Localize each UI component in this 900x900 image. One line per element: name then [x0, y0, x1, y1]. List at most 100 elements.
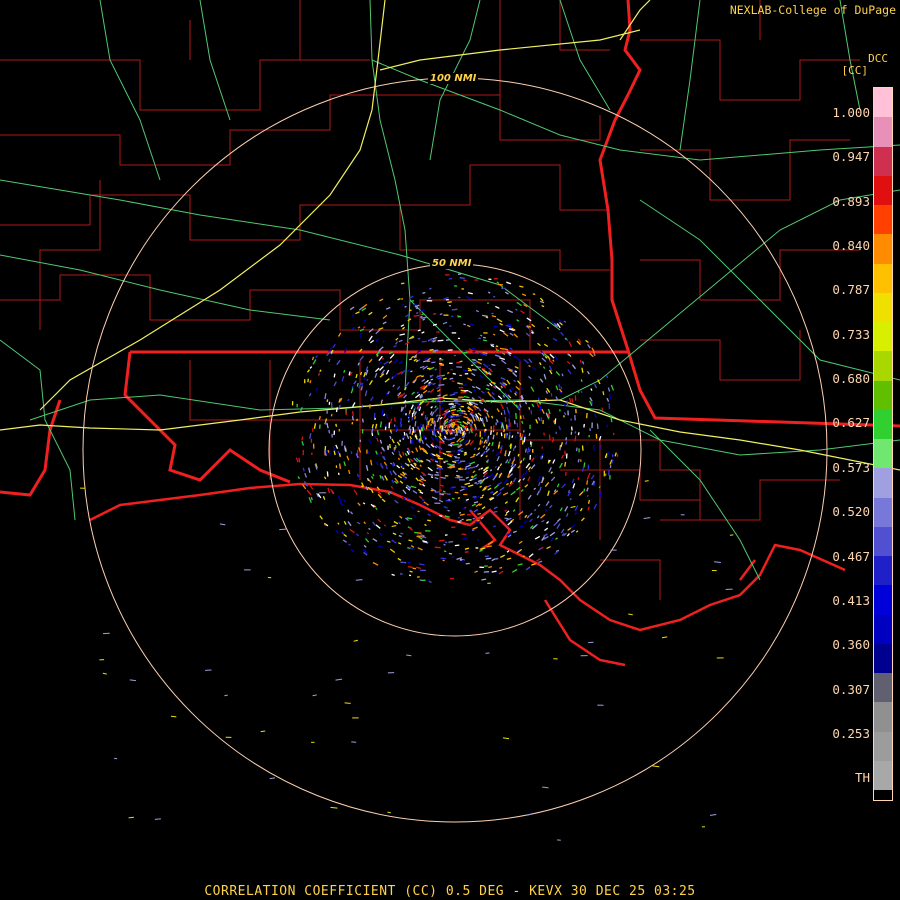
radar-return: [470, 423, 473, 429]
color-scale-tick-label: 0.520: [832, 504, 870, 520]
color-scale-segment: [874, 88, 892, 118]
radar-return: [415, 311, 419, 315]
radar-return: [327, 449, 330, 453]
radar-return: [260, 730, 266, 733]
radar-return: [366, 378, 369, 382]
radar-return: [565, 441, 568, 445]
radar-return: [310, 496, 313, 501]
radar-return: [452, 432, 456, 435]
radar-return: [407, 566, 413, 568]
color-scale-tick-label: TH: [854, 770, 870, 786]
radar-return: [457, 497, 461, 500]
radar-return: [442, 377, 447, 380]
color-scale-segment: [874, 439, 892, 469]
radar-return: [376, 461, 379, 466]
radar-return: [449, 377, 454, 380]
radar-return: [408, 574, 412, 577]
radar-return: [473, 389, 477, 392]
color-scale-tick-label: 0.947: [832, 149, 870, 165]
radar-return: [333, 373, 336, 378]
radar-return: [451, 555, 455, 559]
color-scale-segment: [874, 673, 892, 703]
radar-return: [438, 539, 445, 542]
radar-return: [451, 308, 458, 311]
radar-return: [528, 406, 531, 410]
radar-return: [377, 452, 380, 456]
radar-return: [465, 562, 470, 565]
color-scale-tick-label: 0.573: [832, 459, 870, 475]
radar-return: [170, 715, 177, 718]
radar-return: [477, 538, 480, 541]
radar-return: [474, 423, 477, 427]
color-scale-tick-label: 0.360: [832, 637, 870, 653]
radar-return: [343, 369, 346, 373]
radar-return: [459, 360, 463, 363]
radar-return: [497, 283, 503, 286]
color-scale-segment: [874, 146, 892, 176]
radar-return: [610, 416, 613, 423]
radar-return: [474, 482, 477, 484]
radar-return: [499, 566, 503, 569]
radar-return: [431, 361, 436, 364]
radar-return: [463, 426, 466, 430]
radar-return: [328, 429, 331, 434]
radar-return: [523, 436, 526, 443]
radar-return: [481, 437, 484, 440]
radar-return: [583, 488, 586, 492]
radar-return: [604, 455, 607, 459]
color-scale-segment: [874, 117, 892, 147]
radar-return: [466, 428, 469, 431]
radar-return: [443, 550, 447, 553]
radar-return: [470, 475, 474, 478]
color-scale-segment: [874, 702, 892, 732]
radar-return: [402, 451, 405, 456]
range-ring-label-100: 100 NMI: [428, 73, 479, 84]
radar-return: [508, 413, 511, 418]
radar-return: [478, 480, 482, 483]
radar-return: [439, 313, 443, 316]
radar-return: [522, 415, 525, 420]
radar-return: [442, 559, 445, 562]
radar-return: [428, 296, 432, 300]
radar-return: [608, 393, 612, 400]
radar-return: [581, 445, 584, 451]
radar-return: [399, 421, 402, 427]
radar-return: [514, 435, 517, 440]
radar-return: [484, 555, 489, 558]
radar-return: [508, 418, 511, 423]
radar-return: [577, 458, 580, 463]
radar-return: [561, 373, 564, 377]
radar-return: [513, 400, 516, 404]
radar-return: [485, 373, 488, 376]
radar-return: [580, 379, 583, 382]
radar-return: [451, 380, 455, 383]
radar-return: [454, 443, 459, 446]
radar-return: [492, 434, 495, 440]
radar-return: [398, 450, 401, 455]
radar-return: [546, 326, 550, 329]
radar-return: [479, 485, 482, 488]
radar-return: [413, 314, 420, 317]
radar-return: [451, 497, 455, 500]
radar-return: [504, 348, 509, 351]
radar-return: [481, 578, 487, 581]
radar-return: [400, 282, 405, 285]
radar-return: [450, 441, 455, 444]
color-scale-segment: [874, 234, 892, 264]
radar-return: [456, 361, 461, 364]
radar-return: [513, 355, 517, 358]
radar-return: [333, 450, 336, 456]
radar-return: [485, 652, 490, 654]
radar-return: [447, 301, 452, 304]
radar-return: [446, 371, 450, 375]
radar-return: [420, 427, 423, 432]
radar-return: [434, 420, 437, 427]
radar-return: [496, 431, 498, 436]
radar-return: [564, 450, 566, 456]
radar-return: [409, 309, 412, 312]
radar-return: [524, 448, 527, 453]
radar-return: [458, 407, 462, 410]
radar-return: [714, 561, 721, 563]
radar-return: [528, 448, 531, 453]
color-scale-segment: [874, 468, 892, 498]
